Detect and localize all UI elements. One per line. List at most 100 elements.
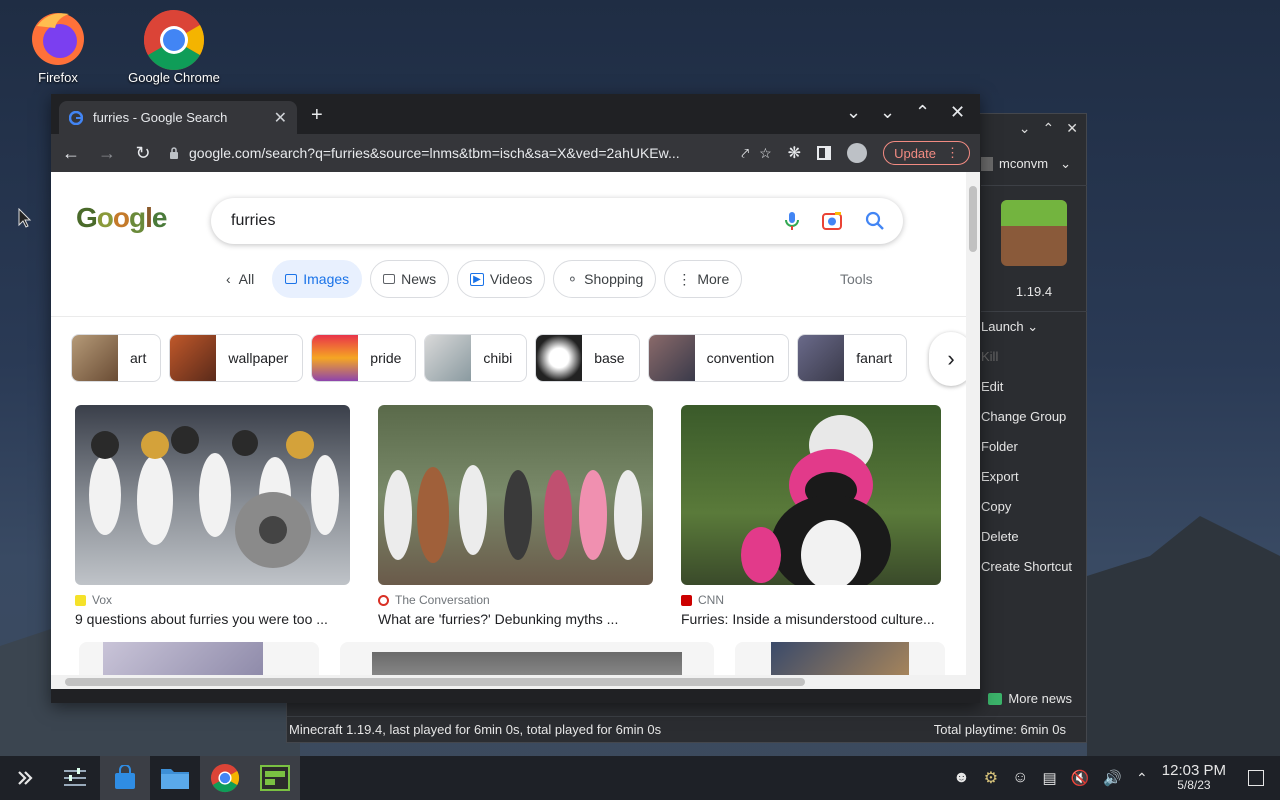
- volume-icon[interactable]: 🔊: [1103, 769, 1122, 787]
- share-icon[interactable]: ⤤: [741, 145, 749, 162]
- tab-search-icon[interactable]: ⌄: [846, 102, 861, 123]
- steam-icon[interactable]: ⚙: [984, 768, 998, 788]
- result-source: The Conversation: [395, 593, 490, 607]
- suggestion-chip[interactable]: convention: [647, 334, 790, 382]
- app-launcher-button[interactable]: [0, 756, 50, 800]
- update-button[interactable]: Update ⋮: [883, 141, 970, 165]
- muted-speaker-icon[interactable]: 🔇: [1071, 769, 1090, 787]
- launch-button[interactable]: Launch ⌄: [981, 312, 1087, 342]
- reload-icon[interactable]: ↻: [133, 143, 153, 164]
- back-icon[interactable]: ←: [61, 143, 81, 164]
- tab-news[interactable]: News: [370, 260, 450, 298]
- lock-icon: [170, 147, 178, 159]
- microphone-icon[interactable]: [785, 211, 799, 231]
- account-selector[interactable]: mconvm ⌄: [981, 142, 1087, 186]
- show-desktop-icon[interactable]: [1248, 770, 1264, 786]
- tab-all[interactable]: ‹ All: [216, 271, 264, 287]
- result-thumbnail[interactable]: [378, 405, 653, 585]
- news-icon: [383, 274, 396, 284]
- image-result[interactable]: The Conversation What are 'furries?' Deb…: [378, 405, 653, 627]
- suggestion-chip[interactable]: pride: [311, 334, 417, 382]
- new-tab-icon[interactable]: +: [311, 104, 323, 127]
- vertical-scrollbar[interactable]: [966, 172, 980, 689]
- close-icon[interactable]: ✕: [1066, 120, 1078, 137]
- taskbar-settings[interactable]: [50, 756, 100, 800]
- create-shortcut-button[interactable]: Create Shortcut: [981, 552, 1087, 582]
- mouse-cursor-icon: [18, 208, 32, 228]
- result-title[interactable]: What are 'furries?' Debunking myths ...: [378, 611, 653, 627]
- extensions-icon[interactable]: ❋: [788, 143, 801, 163]
- close-window-icon[interactable]: ✕: [950, 102, 965, 123]
- export-button[interactable]: Export: [981, 462, 1087, 492]
- folder-button[interactable]: Folder: [981, 432, 1087, 462]
- chrome-toolbar: ← → ↻ google.com/search?q=furries&source…: [51, 134, 980, 172]
- browser-tab[interactable]: furries - Google Search ✕: [59, 101, 297, 134]
- more-news-label: More news: [1008, 691, 1072, 706]
- chevron-down-icon[interactable]: ⌄: [1019, 120, 1031, 137]
- tab-shopping[interactable]: ⚬ Shopping: [553, 260, 657, 298]
- tab-close-icon[interactable]: ✕: [274, 108, 287, 128]
- clock-date: 5/8/23: [1177, 778, 1211, 792]
- taskbar-files[interactable]: [150, 756, 200, 800]
- result-title[interactable]: Furries: Inside a misunderstood culture.…: [681, 611, 941, 627]
- clock[interactable]: 12:03 PM 5/8/23: [1162, 763, 1226, 793]
- maximize-icon[interactable]: ⌃: [915, 102, 930, 123]
- tab-more[interactable]: ⋮ More: [664, 260, 743, 298]
- more-news-button[interactable]: More news: [988, 691, 1072, 706]
- shopping-bag-icon: [115, 765, 135, 789]
- chrome-tabbar: furries - Google Search ✕ + ⌄ ⌄ ⌃ ✕: [51, 94, 980, 134]
- suggestion-chip[interactable]: fanart: [797, 334, 908, 382]
- taskbar-discover[interactable]: [100, 756, 150, 800]
- change-group-button[interactable]: Change Group: [981, 402, 1087, 432]
- tab-images[interactable]: Images: [272, 260, 363, 298]
- taskbar-prism-launcher[interactable]: [250, 756, 300, 800]
- suggestion-chip[interactable]: wallpaper: [169, 334, 304, 382]
- desktop-icon-label: Firefox: [38, 70, 78, 85]
- status-right: Total playtime: 6min 0s: [933, 722, 1066, 737]
- taskbar-chrome[interactable]: [200, 756, 250, 800]
- result-thumbnail[interactable]: [75, 405, 350, 585]
- suggestion-chip[interactable]: art: [71, 334, 162, 382]
- search-query: furries: [231, 212, 276, 229]
- profile-avatar-icon[interactable]: [847, 143, 868, 163]
- chevron-up-icon[interactable]: ⌃: [1136, 770, 1148, 787]
- clipboard-icon[interactable]: ▤: [1042, 769, 1056, 787]
- user-icon[interactable]: ☻: [953, 769, 970, 787]
- desktop-icon-firefox[interactable]: Firefox: [3, 8, 113, 85]
- suggestion-chip[interactable]: base: [535, 334, 640, 382]
- image-result[interactable]: Vox 9 questions about furries you were t…: [75, 405, 350, 627]
- camera-lens-icon[interactable]: [821, 211, 843, 231]
- search-icon[interactable]: [865, 211, 885, 231]
- result-source: CNN: [698, 593, 724, 607]
- minecraft-launcher-icon: [260, 765, 290, 791]
- maximize-icon[interactable]: ⌃: [1043, 120, 1055, 137]
- result-title[interactable]: 9 questions about furries you were too .…: [75, 611, 350, 627]
- account-avatar: [981, 156, 993, 171]
- image-result[interactable]: CNN Furries: Inside a misunderstood cult…: [681, 405, 941, 627]
- minimize-icon[interactable]: ⌄: [880, 102, 895, 123]
- search-box[interactable]: furries: [211, 198, 903, 244]
- accounts-icon[interactable]: ☺: [1012, 769, 1028, 787]
- horizontal-scrollbar[interactable]: [51, 675, 966, 689]
- page-content: Google furries ‹ All Images News ▶ Video…: [51, 172, 966, 689]
- chevron-right-icon[interactable]: ›: [929, 332, 966, 386]
- bookmark-star-icon[interactable]: ☆: [759, 145, 772, 162]
- desktop-icon-chrome[interactable]: Google Chrome: [119, 8, 229, 85]
- kill-button[interactable]: Kill: [981, 342, 1087, 372]
- update-label: Update: [894, 145, 936, 161]
- copy-button[interactable]: Copy: [981, 492, 1087, 522]
- side-panel-icon[interactable]: [817, 146, 832, 160]
- firefox-icon: [29, 8, 87, 66]
- tab-videos[interactable]: ▶ Videos: [457, 260, 546, 298]
- google-doodle-logo[interactable]: Google: [76, 202, 167, 234]
- delete-button[interactable]: Delete: [981, 522, 1087, 552]
- address-bar[interactable]: google.com/search?q=furries&source=lnms&…: [169, 138, 772, 168]
- launcher-icon: [18, 771, 33, 785]
- result-thumbnail[interactable]: [681, 405, 941, 585]
- suggestion-chip[interactable]: chibi: [424, 334, 528, 382]
- tools-button[interactable]: Tools: [840, 271, 873, 287]
- edit-button[interactable]: Edit: [981, 372, 1087, 402]
- url-text: google.com/search?q=furries&source=lnms&…: [189, 145, 680, 161]
- forward-icon[interactable]: →: [97, 143, 117, 164]
- taskbar: ☻ ⚙ ☺ ▤ 🔇 🔊 ⌃ 12:03 PM 5/8/23: [0, 756, 1280, 800]
